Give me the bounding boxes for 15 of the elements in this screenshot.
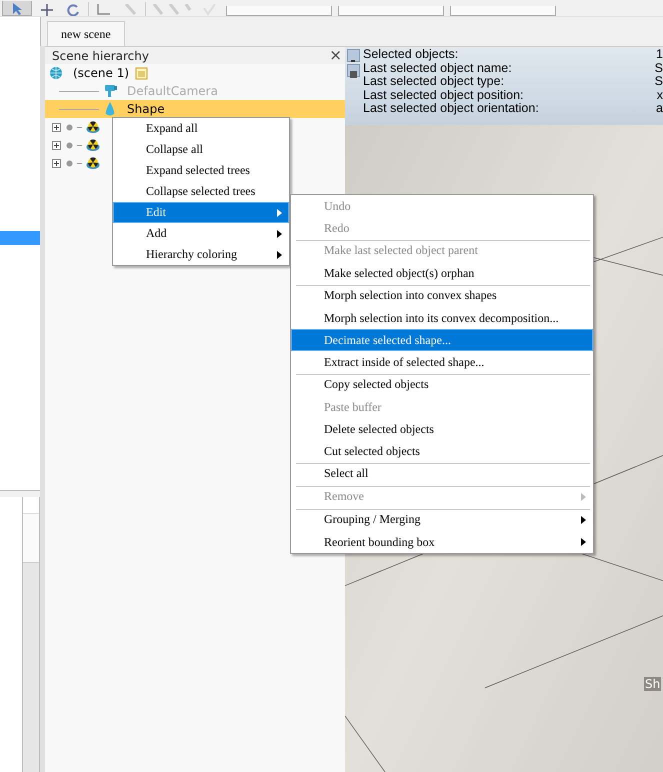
info-value: x bbox=[656, 88, 663, 102]
info-value: a bbox=[656, 102, 663, 116]
object-name: (scene 1) bbox=[73, 66, 130, 80]
panel-title: Scene hierarchy bbox=[52, 48, 149, 62]
info-label: Selected objects: bbox=[363, 48, 458, 62]
info-label: Last selected object type: bbox=[363, 75, 504, 88]
object-name: Shape bbox=[127, 102, 165, 116]
info-value: S bbox=[654, 75, 663, 88]
info-value: 1 bbox=[656, 48, 663, 62]
object-label: Sh bbox=[644, 677, 662, 691]
object-name: DefaultCamera bbox=[127, 84, 218, 98]
info-label: Last selected object name: bbox=[363, 62, 512, 75]
info-label: Last selected object position: bbox=[363, 88, 524, 102]
info-value: S bbox=[654, 62, 663, 75]
info-label: Last selected object orientation: bbox=[363, 102, 539, 116]
